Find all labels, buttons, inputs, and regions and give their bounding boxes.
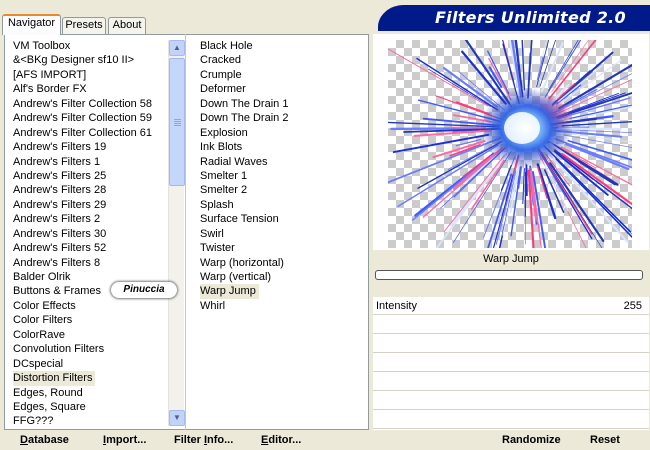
editor-button[interactable]: Editor... [261,433,301,448]
param-row-empty [373,411,649,429]
category-list-item[interactable]: Balder Olrik [13,270,70,284]
category-list-item[interactable]: Convolution Filters [13,342,104,356]
app-title: Filters Unlimited 2.0 [378,5,650,31]
filter-list-item[interactable]: Radial Waves [200,155,267,169]
scroll-down-arrow-icon[interactable]: ▼ [169,410,185,426]
category-list-item[interactable]: VM Toolbox [13,39,70,53]
category-list-item[interactable]: Andrew's Filters 1 [13,155,100,169]
filter-info-button[interactable]: Filter Info... [174,433,233,448]
filter-list[interactable]: Black Hole Cracked Crumple Deformer Down The… [200,39,288,313]
param-row-empty [373,373,649,391]
category-list-item[interactable]: &<BKg Designer sf10 II> [13,53,134,67]
filter-list-item[interactable]: Down The Drain 1 [200,97,288,111]
category-list-item[interactable]: Andrew's Filters 30 [13,227,106,241]
category-list-item[interactable]: Andrew's Filters 29 [13,198,106,212]
filter-list-item[interactable]: Warp (horizontal) [200,256,284,270]
param-row-empty [373,316,649,334]
category-list-item[interactable]: Andrew's Filter Collection 59 [13,111,152,125]
warp-burst-graphic [388,40,632,248]
filter-list-item[interactable]: Twister [200,241,235,255]
burst-ray [464,40,511,105]
param-row-empty [373,335,649,353]
filter-list-item[interactable]: Swirl [200,227,224,241]
filter-list-item[interactable]: Smelter 2 [200,183,247,197]
category-list[interactable]: VM Toolbox &<BKg Designer sf10 II> [AFS IM… [13,39,152,429]
filter-list-item[interactable]: Splash [200,198,234,212]
list-frame: VM Toolbox &<BKg Designer sf10 II> [AFS IM… [4,34,369,430]
tab-navigator[interactable]: Navigator [2,14,61,35]
category-list-item[interactable]: [AFS IMPORT] [13,68,86,82]
burst-ray [536,56,544,81]
import-button[interactable]: Import... [103,433,146,448]
category-scrollbar[interactable]: ▲ ▼ [168,40,185,426]
filter-list-item[interactable]: Deformer [200,82,246,96]
parameter-panel: Intensity 255 [373,297,649,430]
category-list-item[interactable]: Andrew's Filters 28 [13,183,106,197]
tab-about[interactable]: About [108,17,146,34]
param-row-empty [373,354,649,372]
param-label: Intensity [376,300,417,312]
filter-list-item[interactable]: Cracked [200,53,241,67]
category-list-item[interactable]: Color Effects [13,299,76,313]
filter-list-item[interactable]: Ink Blots [200,140,242,154]
category-list-item[interactable]: Andrew's Filters 25 [13,169,106,183]
category-list-item[interactable]: Alf's Border FX [13,82,87,96]
category-list-item[interactable]: Andrew's Filters 8 [13,256,100,270]
burst-ray [397,144,499,208]
param-row-intensity[interactable]: Intensity 255 [373,297,649,315]
filter-list-item[interactable]: Warp (vertical) [200,270,271,284]
category-list-item[interactable]: Color Filters [13,313,72,327]
filter-list-item[interactable]: Surface Tension [200,212,279,226]
randomize-button[interactable]: Randomize [502,433,561,448]
filter-list-item[interactable]: Black Hole [200,39,253,53]
progress-bar [375,270,643,280]
burst-ray [558,63,632,110]
category-list-item[interactable]: DCspecial [13,357,63,371]
filter-preview-image [388,40,632,248]
preview-area [373,34,649,250]
filter-list-item[interactable]: Whirl [200,299,225,313]
filter-list-item[interactable]: Smelter 1 [200,169,247,183]
tab-bar: Navigator Presets About [0,0,380,35]
param-value: 255 [623,300,642,312]
category-list-item[interactable]: Edges, Square [13,400,86,414]
filter-list-item-selected[interactable]: Warp Jump [200,284,259,299]
category-list-item[interactable]: FFG??? [13,414,53,428]
scroll-up-arrow-icon[interactable]: ▲ [169,40,185,56]
category-list-item[interactable]: Edges, Round [13,386,83,400]
reset-button[interactable]: Reset [590,433,620,448]
category-list-item[interactable]: Buttons & Frames [13,284,101,298]
burst-ray [390,127,480,131]
category-list-item[interactable]: ColorRave [13,328,65,342]
filter-list-item[interactable]: Crumple [200,68,242,82]
tab-presets[interactable]: Presets [62,17,106,34]
category-list-item[interactable]: Andrew's Filters 19 [13,140,106,154]
filter-list-item[interactable]: Down The Drain 2 [200,111,288,125]
scrollbar-thumb[interactable] [169,58,185,186]
category-list-item[interactable]: Andrew's Filters 2 [13,212,100,226]
list-divider [185,34,186,430]
burst-ray [522,167,525,205]
category-list-item[interactable]: Andrew's Filter Collection 58 [13,97,152,111]
param-row-empty [373,392,649,410]
category-list-item[interactable]: Andrew's Filters 52 [13,241,106,255]
category-list-item[interactable]: Andrew's Filter Collection 61 [13,126,152,140]
database-button[interactable]: Database [20,433,69,448]
watermark-badge: Pinuccia [111,282,177,298]
selected-filter-name: Warp Jump [373,250,649,268]
filter-list-item[interactable]: Explosion [200,126,248,140]
category-list-item-selected[interactable]: Distortion Filters [13,371,96,386]
